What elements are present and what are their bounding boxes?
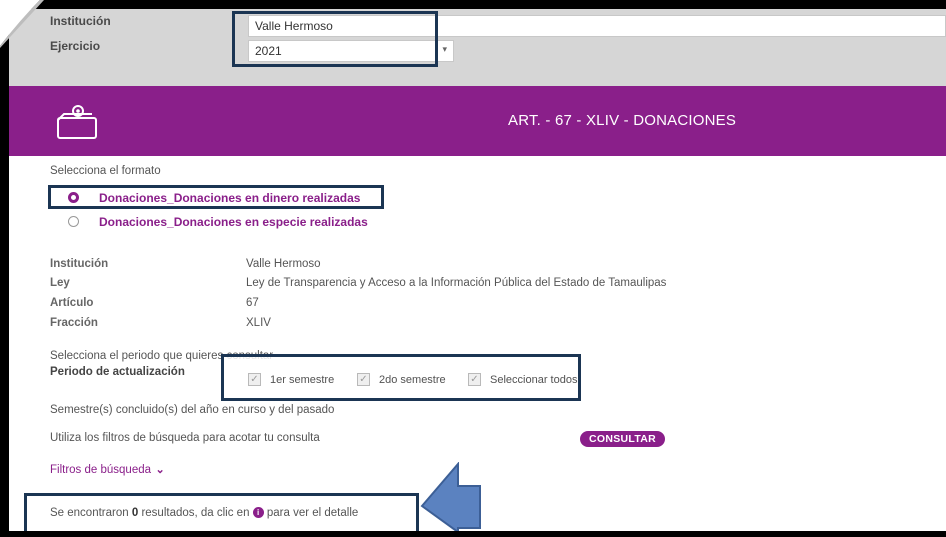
checkbox-checked-icon: ✓ [468,373,481,386]
arrow-left-icon [420,462,481,534]
format-option-label: Donaciones_Donaciones en especie realiza… [99,215,368,229]
chevron-down-icon: ⌄ [155,464,165,476]
highlight-box-top [232,11,438,67]
format-prompt: Selecciona el formato [50,165,161,177]
filters-label: Filtros de búsqueda [50,464,152,476]
period-option-label: Seleccionar todos [490,374,578,386]
detail-label-ley: Ley [50,277,70,289]
period-option-label: 1er semestre [270,374,335,386]
detail-value-articulo: 67 [246,297,259,309]
ejercicio-label: Ejercicio [50,39,101,53]
consultar-button[interactable]: CONSULTAR [580,431,666,447]
detail-value-ley: Ley de Transparencia y Acceso a la Infor… [246,277,667,289]
detail-label-institucion: Institución [50,258,109,270]
period-label: Periodo de actualización [50,366,185,378]
period-note: Semestre(s) concluido(s) del año en curs… [50,404,335,416]
page-title: ART. - 67 - XLIV - DONACIONES [508,112,737,129]
frame-bottom-border [0,531,946,537]
folder-icon [57,105,97,139]
chevron-down-icon: ▾ [442,44,447,54]
detail-label-articulo: Artículo [50,297,94,309]
period-option-label: 2do semestre [379,374,446,386]
checkbox-checked-icon: ✓ [248,373,261,386]
frame-left-border [0,0,9,537]
section-header [9,86,946,156]
highlight-box-format [48,185,384,209]
page-curl-decoration [0,0,44,48]
search-hint: Utiliza los filtros de búsqueda para aco… [50,432,320,444]
institucion-label: Institución [50,14,111,28]
detail-value-fraccion: XLIV [246,317,271,329]
detail-label-fraccion: Fracción [50,317,98,329]
highlight-box-results [24,493,419,535]
filters-toggle[interactable]: Filtros de búsqueda ⌄ [50,460,165,478]
detail-value-institucion: Valle Hermoso [246,258,321,270]
frame-top-border [0,0,946,9]
checkbox-checked-icon: ✓ [357,373,370,386]
radio-unselected-icon[interactable] [68,216,79,227]
